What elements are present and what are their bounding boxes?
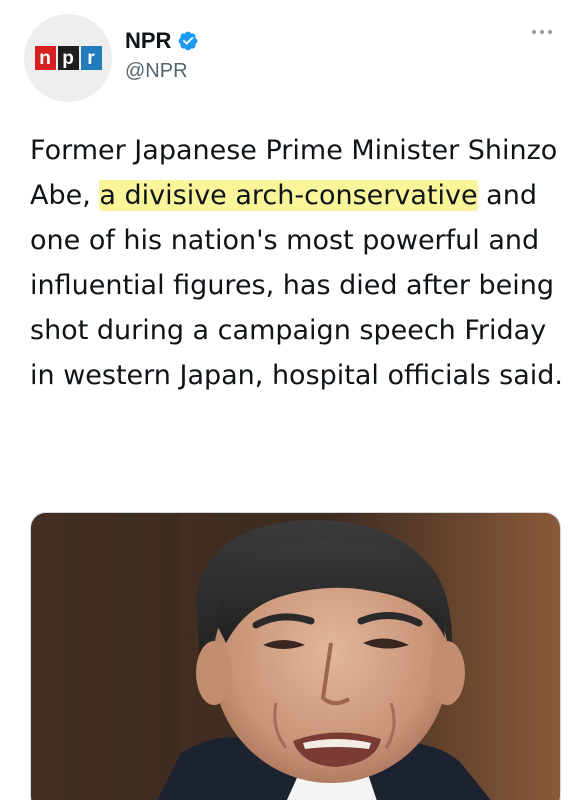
verified-badge-icon: [179, 31, 198, 51]
tweet-text: Former Japanese Prime Minister Shinzo Ab…: [30, 128, 565, 398]
tweet-photo[interactable]: [30, 512, 561, 800]
npr-logo-letter-p: p: [57, 46, 79, 70]
author-name-row: NPR: [125, 28, 199, 54]
photo-of-man-in-suit: [31, 513, 560, 800]
display-name[interactable]: NPR: [125, 28, 171, 54]
highlighted-text: a divisive arch-conservative: [99, 180, 478, 211]
more-horizontal-icon[interactable]: [532, 30, 552, 34]
npr-logo: n p r: [34, 46, 102, 70]
npr-logo-letter-n: n: [34, 46, 56, 70]
avatar[interactable]: n p r: [24, 14, 112, 102]
handle[interactable]: @NPR: [125, 60, 188, 83]
npr-logo-letter-r: r: [80, 46, 102, 70]
tweet-text-part: and one of his nation's most powerful an…: [30, 180, 563, 391]
